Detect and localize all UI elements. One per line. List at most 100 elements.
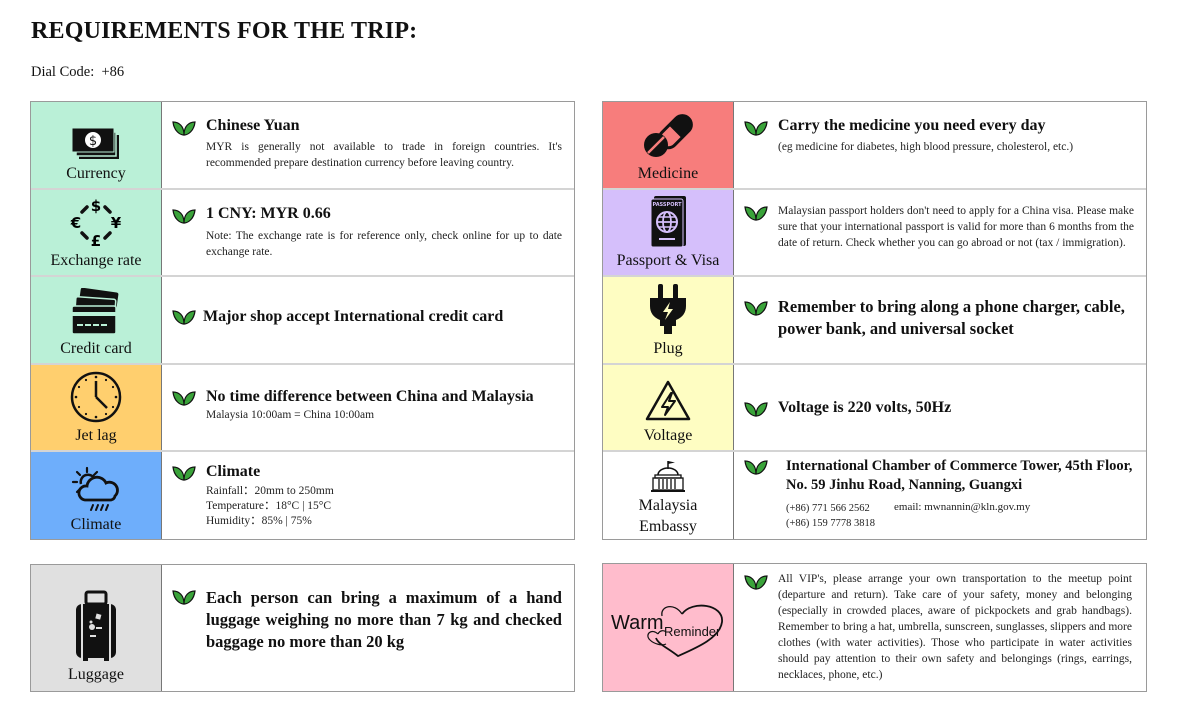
luggage-content: Each person can bring a maximum of a han…: [162, 565, 574, 691]
dial-code-value: +86: [101, 64, 125, 80]
leaf-icon: [172, 466, 196, 481]
svg-text:¥: ¥: [111, 214, 122, 232]
passport-label: Passport & Visa: [616, 252, 720, 269]
leaf-icon: [744, 301, 768, 316]
temperature-text: Temperature：18°C | 15°C: [206, 500, 332, 512]
jet-lag-content: No time difference between China and Mal…: [162, 365, 574, 450]
exchange-rate-heading: 1 CNY: MYR 0.66: [206, 205, 331, 222]
jet-lag-label: Jet lag: [75, 427, 117, 444]
passport-row: PASSPORT Passport & Visa Malaysian passp…: [603, 190, 1146, 277]
medicine-text: (eg medicine for diabetes, high blood pr…: [778, 141, 1074, 153]
voltage-label: Voltage: [643, 427, 693, 444]
voltage-icon-cell: Voltage: [603, 365, 734, 450]
plug-content: Remember to bring along a phone charger,…: [734, 277, 1146, 363]
warm-text: Warm: [611, 611, 664, 634]
leaf-icon: [744, 575, 768, 590]
reminder-table: Warm Reminder All VIP's, please arrange …: [602, 563, 1147, 692]
reminder-text: All VIP's, please arrange your own trans…: [778, 573, 1132, 681]
jet-lag-row: Jet lag No time difference between China…: [31, 365, 574, 452]
plug-heading: Remember to bring along a phone charger,…: [778, 297, 1125, 338]
left-requirements-table: $ Currency Chinese Yuan MYR is generally…: [30, 101, 575, 540]
exchange-rate-row: $ € ¥ £ Exchange rate 1 CNY: MYR 0.66 Note:…: [31, 190, 574, 277]
embassy-phone-1: (+86) 771 566 2562: [786, 503, 870, 514]
passport-text: Malaysian passport holders don't need to…: [778, 205, 1134, 249]
luggage-text: Each person can bring a maximum of a han…: [206, 588, 562, 651]
leaf-icon: [172, 310, 196, 325]
embassy-icon: [651, 461, 685, 492]
climate-icon-cell: Climate: [31, 452, 162, 539]
leaf-icon: [172, 590, 196, 605]
currency-row: $ Currency Chinese Yuan MYR is generally…: [31, 102, 574, 190]
exchange-icon-cell: $ € ¥ £ Exchange rate: [31, 190, 162, 275]
climate-heading: Climate: [206, 463, 261, 480]
exchange-rate-text: Note: The exchange rate is for reference…: [206, 230, 562, 258]
medicine-content: Carry the medicine you need every day (e…: [734, 102, 1146, 188]
embassy-content: International Chamber of Commerce Tower,…: [734, 452, 1146, 539]
credit-card-icon-cell: Credit card: [31, 277, 162, 363]
jet-lag-icon-cell: Jet lag: [31, 365, 162, 450]
voltage-icon: [645, 380, 691, 421]
embassy-row: Malaysia Embassy International Chamber o…: [603, 452, 1146, 539]
svg-text:£: £: [91, 232, 101, 248]
embassy-address: International Chamber of Commerce Tower,…: [786, 458, 1133, 493]
embassy-icon-cell: Malaysia Embassy: [603, 452, 734, 539]
medicine-heading: Carry the medicine you need every day: [778, 117, 1046, 134]
warm-reminder-logo: Warm Reminder: [606, 598, 730, 658]
clock-icon: [70, 371, 122, 423]
credit-card-row: Credit card Major shop accept Internatio…: [31, 277, 574, 365]
currency-label: Currency: [66, 165, 126, 182]
climate-label: Climate: [70, 516, 122, 533]
luggage-table: Luggage Each person can bring a maximum …: [30, 564, 575, 692]
plug-icon: [650, 284, 686, 334]
voltage-heading: Voltage is 220 volts, 50Hz: [778, 399, 952, 416]
svg-text:$: $: [89, 134, 97, 149]
climate-content: Climate Rainfall：20mm to 250mm Temperatu…: [162, 452, 574, 539]
dial-code-label: Dial Code:: [31, 64, 95, 80]
leaf-icon: [172, 121, 196, 136]
medicine-row: Medicine Carry the medicine you need eve…: [603, 102, 1146, 190]
luggage-icon-cell: Luggage: [31, 565, 162, 691]
embassy-phone-2: (+86) 159 7778 3818: [786, 518, 876, 529]
plug-row: Plug Remember to bring along a phone cha…: [603, 277, 1146, 365]
voltage-content: Voltage is 220 volts, 50Hz: [734, 365, 1146, 450]
embassy-phones: (+86) 771 566 2562 (+86) 159 7778 3818: [786, 501, 894, 531]
currency-heading: Chinese Yuan: [206, 117, 300, 134]
jet-lag-text: Malaysia 10:00am = China 10:00am: [206, 409, 375, 421]
embassy-label: Malaysia Embassy: [638, 497, 698, 535]
embassy-contacts: (+86) 771 566 2562 (+86) 159 7778 3818 e…: [786, 501, 1140, 531]
currency-content: Chinese Yuan MYR is generally not availa…: [162, 102, 574, 188]
leaf-icon: [744, 460, 768, 475]
exchange-icon: $ € ¥ £: [70, 197, 122, 248]
leaf-icon: [744, 402, 768, 417]
luggage-row: Luggage Each person can bring a maximum …: [31, 565, 574, 691]
luggage-label: Luggage: [68, 666, 124, 683]
currency-icon-cell: $ Currency: [31, 102, 162, 188]
passport-content: Malaysian passport holders don't need to…: [734, 190, 1146, 275]
rainfall-text: Rainfall：20mm to 250mm: [206, 485, 334, 497]
right-requirements-table: Medicine Carry the medicine you need eve…: [602, 101, 1147, 540]
page-title: REQUIREMENTS FOR THE TRIP:: [31, 18, 418, 44]
currency-text: MYR is generally not available to trade …: [206, 141, 562, 169]
exchange-rate-content: 1 CNY: MYR 0.66 Note: The exchange rate …: [162, 190, 574, 275]
credit-card-label: Credit card: [60, 340, 132, 357]
jet-lag-heading: No time difference between China and Mal…: [206, 388, 534, 405]
plug-icon-cell: Plug: [603, 277, 734, 363]
svg-text:$: $: [91, 197, 101, 215]
reminder-text-label: Reminder: [664, 623, 721, 639]
dial-code: Dial Code: +86: [31, 64, 124, 81]
pill-icon: [644, 114, 693, 157]
exchange-rate-label: Exchange rate: [50, 252, 142, 269]
leaf-icon: [172, 209, 196, 224]
credit-card-content: Major shop accept International credit c…: [162, 277, 574, 363]
medicine-icon-cell: Medicine: [603, 102, 734, 188]
leaf-icon: [744, 206, 768, 221]
passport-icon: PASSPORT: [650, 196, 686, 248]
climate-row: Climate Climate Rainfall：20mm to 250mm T…: [31, 452, 574, 539]
svg-text:PASSPORT: PASSPORT: [652, 202, 682, 208]
reminder-icon-cell: Warm Reminder: [603, 564, 734, 691]
credit-card-icon: [71, 288, 119, 335]
luggage-icon: [76, 590, 116, 661]
embassy-email[interactable]: email: mwnannin@kln.gov.my: [894, 500, 1030, 531]
reminder-row: Warm Reminder All VIP's, please arrange …: [603, 564, 1146, 691]
weather-icon: [71, 466, 119, 511]
